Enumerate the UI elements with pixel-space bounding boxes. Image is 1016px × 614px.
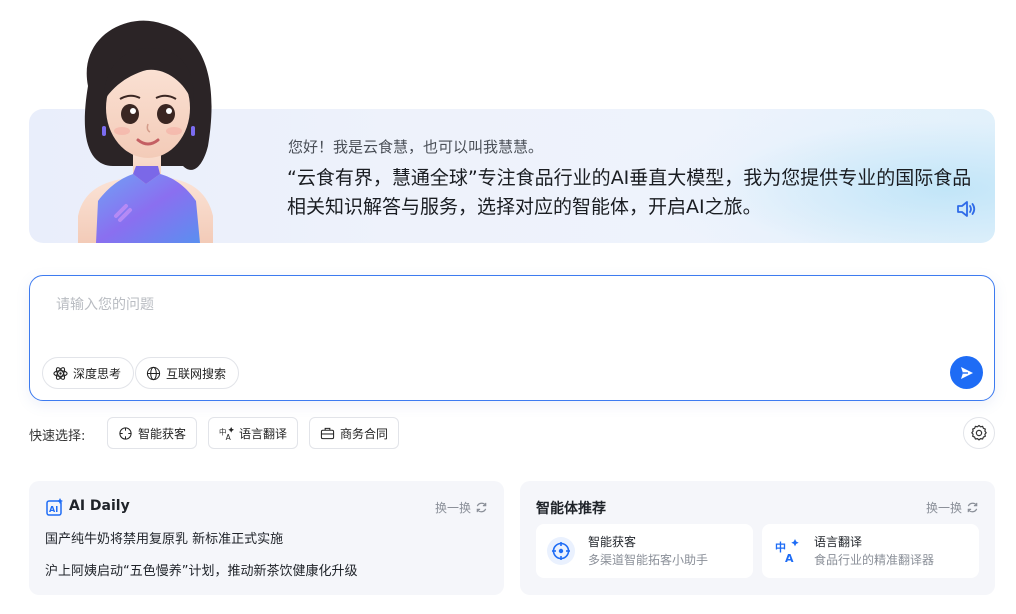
intro-text: “云食有界，慧通全球”专注食品行业的AI垂直大模型，我为您提供专业的国际食品相关… — [287, 167, 972, 218]
quick-item-label: 智能获客 — [138, 426, 187, 441]
agent-desc: 食品行业的精准翻译器 — [814, 553, 935, 567]
svg-text:A: A — [226, 433, 232, 441]
agent-name: 智能获客 — [588, 535, 637, 549]
speaker-icon[interactable] — [955, 198, 977, 220]
globe-icon — [146, 366, 161, 380]
agent-desc: 多渠道智能拓客小助手 — [588, 553, 709, 567]
translate-icon: 中 A — [219, 426, 234, 441]
ai-daily-title: AI Daily — [69, 498, 130, 514]
refresh-label: 换一换 — [434, 501, 471, 515]
send-icon — [960, 366, 973, 379]
refresh-label: 换一换 — [925, 501, 962, 515]
news-item[interactable]: 沪上阿姨启动“五色慢养”计划，推动新茶饮健康化升级 — [45, 560, 357, 579]
agent-refresh-button[interactable]: 换一换 — [926, 499, 979, 516]
briefcase-icon — [320, 427, 335, 439]
crosshair-icon — [547, 537, 575, 565]
deep-think-button[interactable]: 深度思考 — [42, 357, 135, 389]
svg-text:A: A — [785, 552, 794, 564]
quick-translation-button[interactable]: 中 A 语言翻译 — [208, 417, 299, 449]
web-search-label: 互联网搜索 — [166, 366, 227, 381]
svg-text:AI: AI — [49, 505, 58, 514]
ai-daily-icon: AI — [46, 498, 63, 516]
agent-name: 语言翻译 — [814, 535, 863, 549]
deep-think-label: 深度思考 — [73, 366, 122, 381]
quick-item-label: 语言翻译 — [239, 426, 288, 441]
agent-recommend-card: 智能体推荐 换一换 智能获客 多渠道智能拓客小助手 中 A 语言翻译 食品行业的… — [520, 481, 995, 595]
agent-translation[interactable]: 中 A 语言翻译 食品行业的精准翻译器 — [762, 524, 979, 578]
quick-select-label: 快速选择: — [29, 429, 86, 444]
send-button[interactable] — [950, 356, 983, 389]
refresh-icon — [476, 502, 487, 513]
crosshair-icon — [119, 426, 132, 440]
ai-daily-refresh-button[interactable]: 换一换 — [435, 499, 488, 516]
agent-recommend-title: 智能体推荐 — [536, 501, 606, 517]
question-input[interactable] — [56, 294, 956, 334]
agent-customer-acquisition[interactable]: 智能获客 多渠道智能拓客小助手 — [536, 524, 753, 578]
refresh-icon — [967, 502, 978, 513]
settings-button[interactable] — [963, 417, 995, 449]
quick-item-label: 商务合同 — [340, 426, 389, 441]
greeting-text: 您好！我是云食慧，也可以叫我慧慧。 — [288, 138, 544, 156]
quick-customer-acquisition-button[interactable]: 智能获客 — [107, 417, 198, 449]
quick-contract-button[interactable]: 商务合同 — [309, 417, 400, 449]
assistant-avatar — [78, 20, 213, 243]
question-input-box: 深度思考 互联网搜索 — [29, 275, 995, 401]
atom-icon — [53, 366, 68, 380]
translate-icon: 中 A — [773, 537, 801, 565]
gear-icon — [971, 424, 987, 441]
web-search-button[interactable]: 互联网搜索 — [135, 357, 240, 389]
news-item[interactable]: 国产纯牛奶将禁用复原乳 新标准正式实施 — [45, 528, 283, 547]
ai-daily-card: AI AI Daily 换一换 国产纯牛奶将禁用复原乳 新标准正式实施 沪上阿姨… — [29, 481, 504, 595]
